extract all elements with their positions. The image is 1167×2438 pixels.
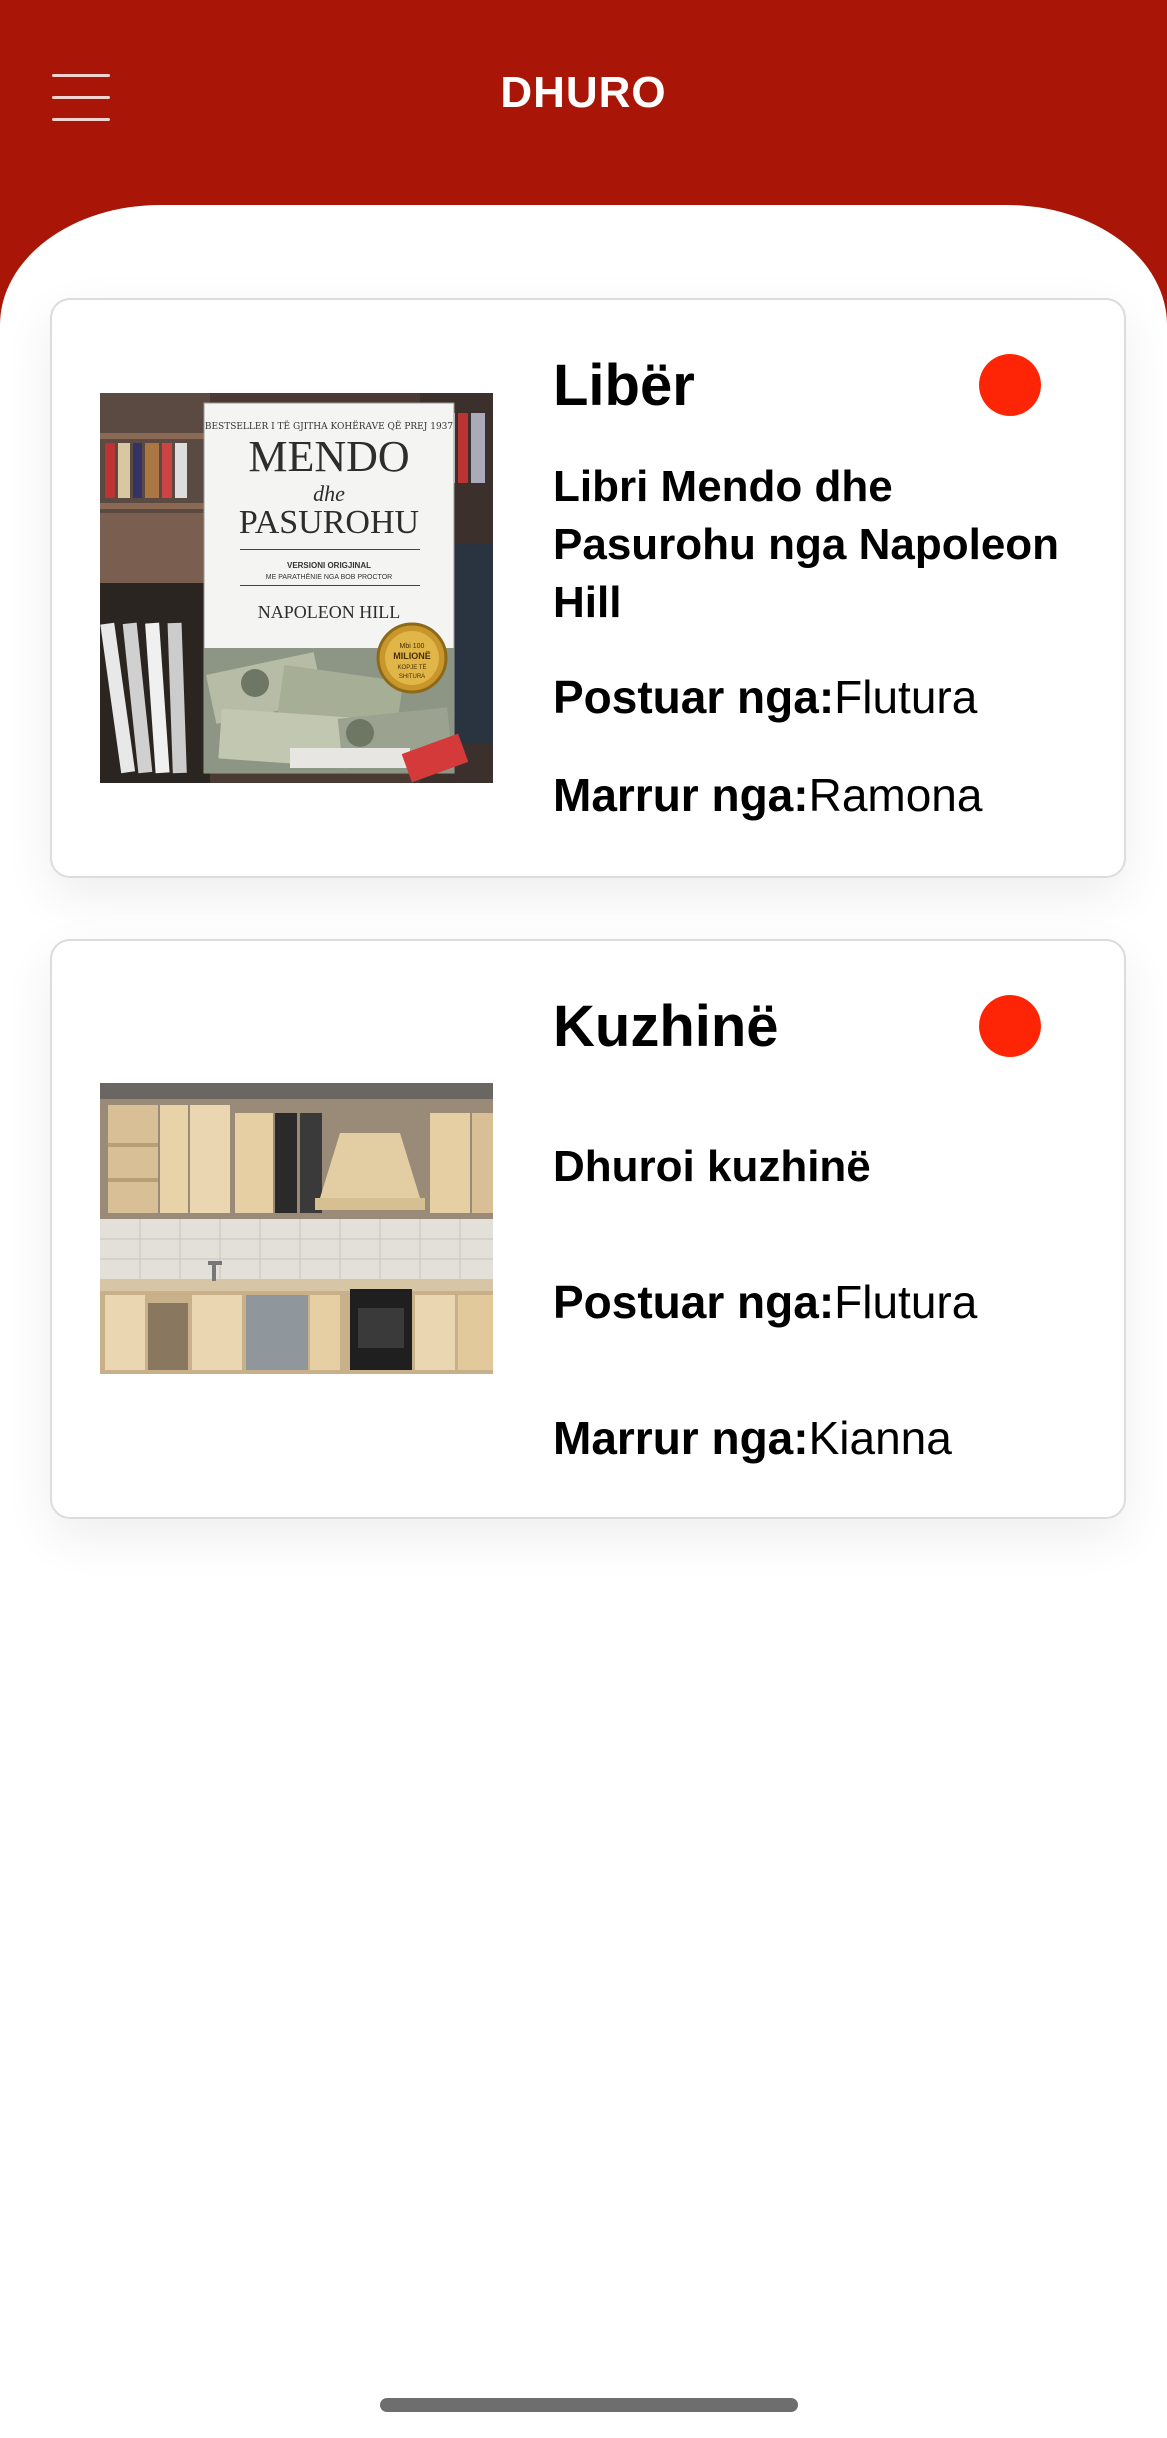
badge-line-4: SHITURA [399,674,425,680]
book-author: NAPOLEON HILL [258,602,400,622]
donation-description: Libri Mendo dhe Pasurohu nga Napoleon Hi… [553,462,1060,627]
app-header: DHURO [0,0,1167,230]
taken-by-value: Kianna [808,1412,952,1464]
taken-by-value: Ramona [808,769,983,821]
taken-by-row: Marrur nga:Kianna [553,1411,952,1465]
book-top-line: BESTSELLER I TË GJITHA KOHËRAVE QË PREJ … [205,420,454,432]
donation-description: Dhuroi kuzhinë [553,1142,871,1191]
posted-by-value: Flutura [834,671,978,723]
posted-by-label: Postuar nga: [553,671,835,723]
donations-list: BESTSELLER I TË GJITHA KOHËRAVE QË PREJ … [0,205,1167,2438]
book-subtitle-2: ME PARATHËNIE NGA BOB PROCTOR [266,573,392,581]
status-indicator-dot [979,354,1041,416]
taken-by-label: Marrur nga: [553,1412,809,1464]
home-indicator[interactable] [380,2398,798,2412]
taken-by-row: Marrur nga:Ramona [553,768,982,822]
badge-line-1: Mbi 100 [400,643,425,650]
donation-card[interactable]: Kuzhinë Dhuroi kuzhinë Postuar nga:Flutu… [50,939,1126,1519]
posted-by-label: Postuar nga: [553,1276,835,1328]
book-subtitle-1: VERSIONI ORIGJINAL [287,561,371,570]
book-title-line-2: dhe [313,481,345,506]
book-title-line-1: MENDO [248,432,409,481]
status-indicator-dot [979,995,1041,1057]
donation-image [100,1083,493,1374]
posted-by-row: Postuar nga:Flutura [553,670,977,724]
badge-line-2: MILIONË [393,651,431,661]
app-title: DHURO [500,68,667,117]
donation-category: Kuzhinë [553,994,779,1059]
book-title-line-3: PASUROHU [239,504,419,541]
posted-by-row: Postuar nga:Flutura [553,1275,977,1329]
taken-by-label: Marrur nga: [553,769,809,821]
donation-category: Libër [553,353,695,418]
donation-card[interactable]: BESTSELLER I TË GJITHA KOHËRAVE QË PREJ … [50,298,1126,878]
badge-line-3: KOPJE TË [398,664,427,671]
donation-image: BESTSELLER I TË GJITHA KOHËRAVE QË PREJ … [100,393,493,783]
posted-by-value: Flutura [834,1276,978,1328]
